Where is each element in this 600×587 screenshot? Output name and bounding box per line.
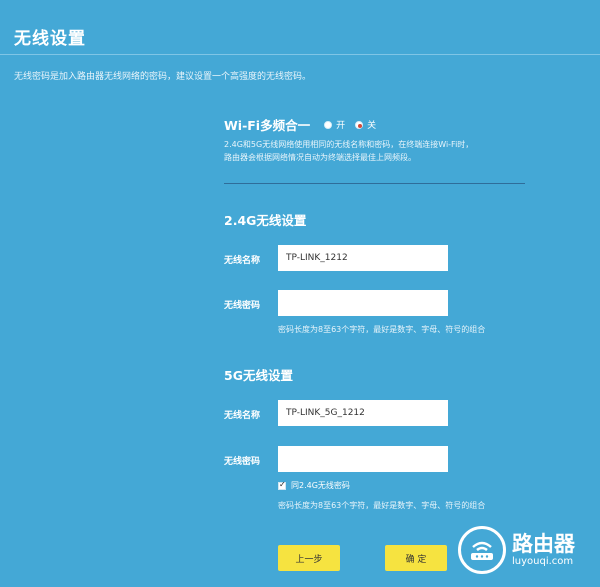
ssid-label-5g: 无线名称 (224, 411, 261, 421)
same-password-checkbox[interactable] (278, 480, 286, 490)
radio-off-label[interactable]: 关 (367, 118, 376, 131)
same-password-label[interactable]: 同2.4G无线密码 (291, 480, 350, 491)
section-title-24g: 2.4G无线设置 (224, 213, 307, 228)
password-input-24g[interactable] (278, 290, 448, 316)
wifi-multi-row: Wi-Fi多频合一 开 关 (224, 115, 386, 134)
wifi-multi-description: 2.4G和5G无线网络使用相同的无线名称和密码，在终端连接Wi-Fi时， 路由器… (224, 138, 534, 164)
radio-off[interactable] (355, 120, 364, 129)
page-title: 无线设置 (14, 29, 86, 49)
ssid-input-24g[interactable] (278, 245, 448, 271)
ssid-label-24g: 无线名称 (224, 256, 261, 266)
same-password-row: 同2.4G无线密码 (278, 480, 350, 491)
prev-button[interactable]: 上一步 (278, 545, 340, 571)
header-divider (0, 54, 600, 55)
password-hint-24g: 密码长度为8至63个字符，最好是数字、字母、符号的组合 (278, 325, 486, 334)
wifi-multi-description-line1: 2.4G和5G无线网络使用相同的无线名称和密码，在终端连接Wi-Fi时， (224, 140, 474, 149)
wifi-multi-label: Wi-Fi多频合一 (224, 118, 311, 133)
wifi-multi-description-line2: 路由器会根据网络情况自动为终端选择最佳上网频段。 (224, 153, 416, 162)
password-input-5g[interactable] (278, 446, 448, 472)
router-icon (458, 526, 506, 574)
section-title-5g: 5G无线设置 (224, 368, 293, 383)
section-divider (224, 183, 525, 184)
password-hint-5g: 密码长度为8至63个字符，最好是数字、字母、符号的组合 (278, 501, 486, 510)
confirm-button[interactable]: 确 定 (385, 545, 447, 571)
password-label-5g: 无线密码 (224, 457, 261, 467)
watermark-text: 路由器 luyouqi.com (512, 532, 575, 568)
radio-on[interactable] (324, 120, 333, 129)
radio-on-label[interactable]: 开 (336, 118, 345, 131)
watermark-domain: luyouqi.com (512, 556, 574, 567)
intro-text: 无线密码是加入路由器无线网络的密码，建议设置一个高强度的无线密码。 (14, 72, 312, 82)
watermark-name: 路由器 (512, 532, 575, 556)
watermark-logo: 路由器 luyouqi.com (458, 526, 575, 574)
ssid-input-5g[interactable] (278, 400, 448, 426)
password-label-24g: 无线密码 (224, 301, 261, 311)
